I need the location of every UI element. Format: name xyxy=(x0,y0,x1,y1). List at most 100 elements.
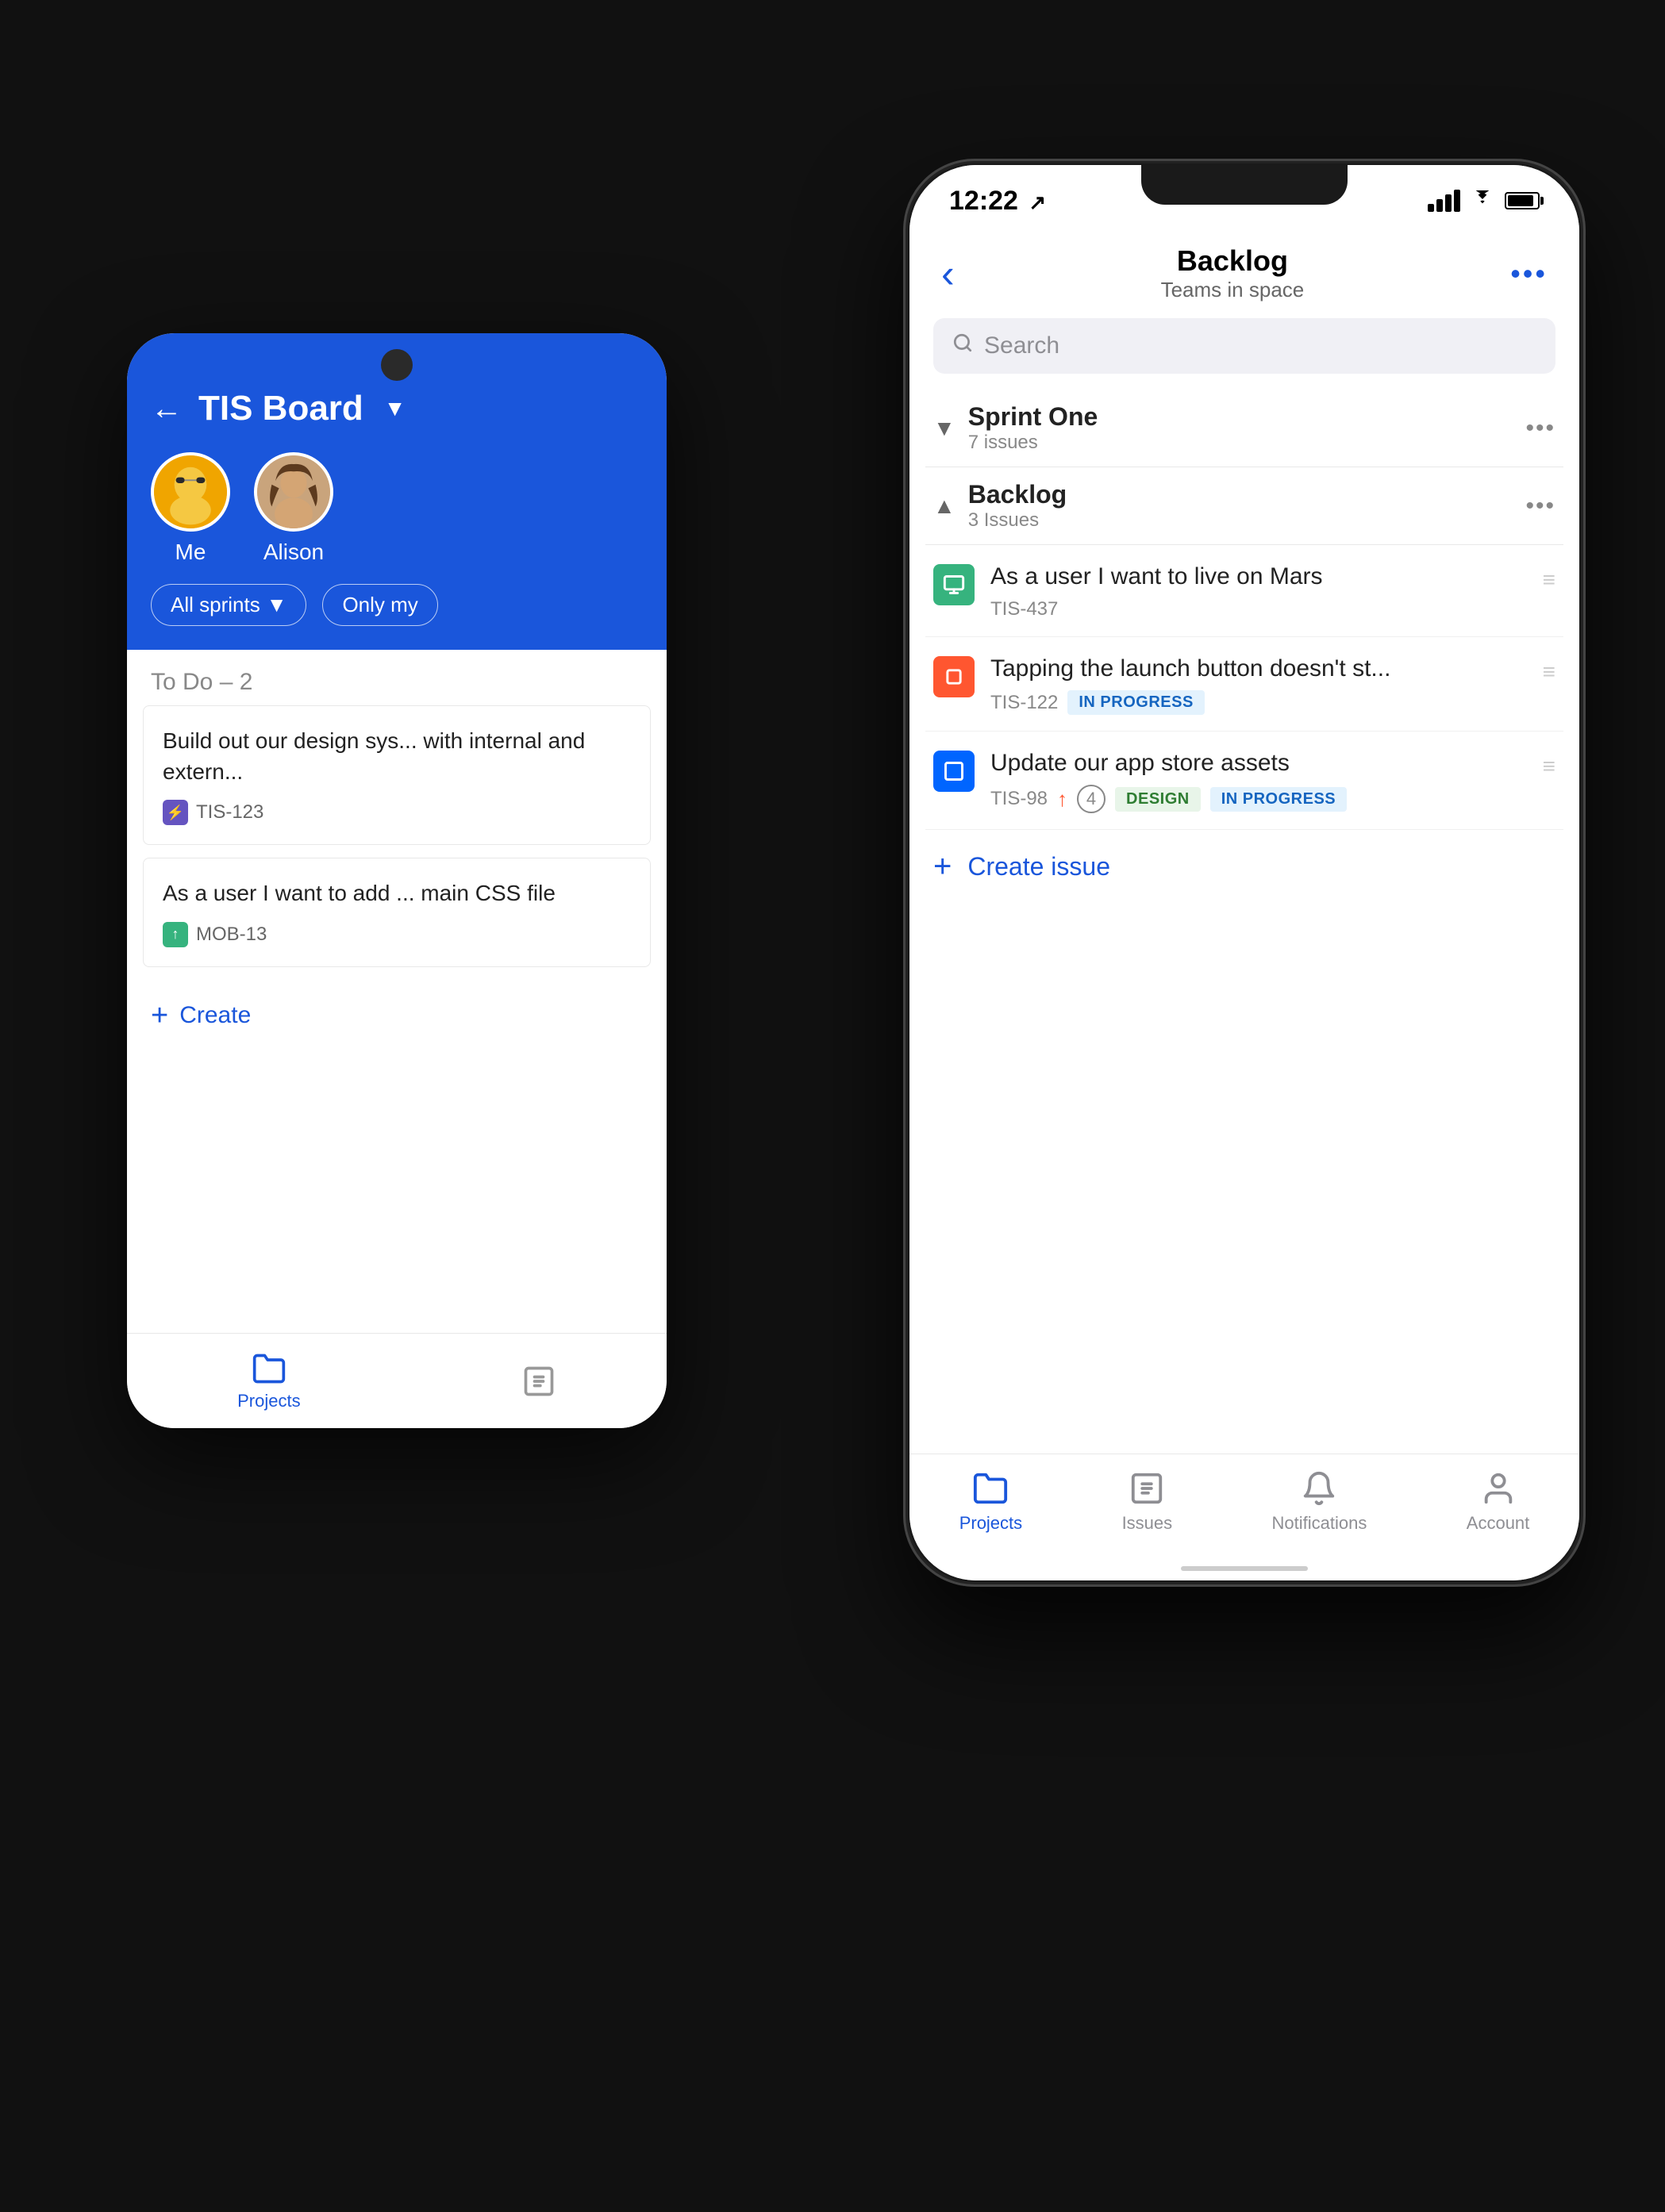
android-header: ← TIS Board ▼ xyxy=(127,373,667,650)
android-avatars: Me Alison xyxy=(151,452,643,565)
only-my-filter[interactable]: Only my xyxy=(322,584,437,626)
create-issue-button[interactable]: + Create issue xyxy=(925,830,1563,904)
backlog-chevron: ▲ xyxy=(933,493,956,519)
issue-tis98-content: Update our app store assets TIS-98 ↑ 4 D… xyxy=(990,747,1527,813)
bug-icon xyxy=(933,656,975,697)
issues-nav-icon xyxy=(1129,1470,1165,1507)
android-board-title: TIS Board xyxy=(198,389,363,428)
android-camera xyxy=(381,349,413,381)
android-nav-issues[interactable] xyxy=(521,1364,556,1399)
create-plus-icon: + xyxy=(933,849,952,885)
projects-nav-icon xyxy=(972,1470,1009,1507)
design-badge: DESIGN xyxy=(1115,787,1201,812)
card-text-2: As a user I want to add ... main CSS fil… xyxy=(163,878,631,908)
ios-nav-projects[interactable]: Projects xyxy=(959,1470,1022,1534)
android-bottom-nav: Projects xyxy=(127,1333,667,1428)
issue-tis437-content: As a user I want to live on Mars TIS-437 xyxy=(990,561,1527,620)
ios-search-bar[interactable]: Search xyxy=(933,318,1555,374)
drag-handle-3[interactable]: ≡ xyxy=(1543,754,1555,779)
card-text-1: Build out our design sys... with interna… xyxy=(163,725,631,787)
sprint-one-count: 7 issues xyxy=(968,432,1098,454)
projects-icon xyxy=(252,1351,286,1386)
issue-tis98-id: TIS-98 xyxy=(990,788,1048,810)
backlog-section[interactable]: ▲ Backlog 3 Issues ••• xyxy=(925,467,1563,545)
drag-handle-2[interactable]: ≡ xyxy=(1543,659,1555,685)
issue-tis437-title: As a user I want to live on Mars xyxy=(990,561,1527,592)
backlog-title: Backlog xyxy=(968,480,1067,509)
board-card-mob13[interactable]: As a user I want to add ... main CSS fil… xyxy=(143,858,651,966)
location-icon: ↗ xyxy=(1029,190,1046,214)
ios-status-icons xyxy=(1428,188,1540,213)
ios-page-subtitle: Teams in space xyxy=(1161,278,1305,302)
ios-more-button[interactable]: ••• xyxy=(1510,257,1548,290)
sprint-one-more[interactable]: ••• xyxy=(1525,415,1555,442)
card-icon-green: ↑ xyxy=(163,922,188,947)
battery-icon xyxy=(1505,192,1540,209)
android-create-button[interactable]: + Create xyxy=(127,980,667,1052)
sprint-one-section[interactable]: ▼ Sprint One 7 issues ••• xyxy=(925,390,1563,467)
ios-time: 12:22 ↗ xyxy=(949,186,1046,217)
avatar-me[interactable]: Me xyxy=(151,452,230,565)
issue-tis122-meta: TIS-122 IN PROGRESS xyxy=(990,690,1527,715)
issue-tis98-title: Update our app store assets xyxy=(990,747,1527,778)
issue-tis437-meta: TIS-437 xyxy=(990,598,1527,620)
ios-nav-notifications[interactable]: Notifications xyxy=(1272,1470,1367,1534)
card-id-2: ↑ MOB-13 xyxy=(163,922,631,947)
card-id-1: ⚡ TIS-123 xyxy=(163,800,631,825)
issue-tis122-id: TIS-122 xyxy=(990,692,1058,714)
column-title: To Do – 2 xyxy=(127,650,667,705)
ios-status-bar: 12:22 ↗ xyxy=(909,165,1579,236)
android-status-bar xyxy=(127,333,667,373)
avatar-me-label: Me xyxy=(175,540,206,565)
priority-high-icon: ↑ xyxy=(1057,787,1067,812)
ios-backlog-list: ▼ Sprint One 7 issues ••• ▲ Backlog 3 Is… xyxy=(909,390,1579,904)
android-filters: All sprints ▼ Only my xyxy=(151,584,643,626)
nav-account-label: Account xyxy=(1467,1513,1530,1534)
back-arrow-icon[interactable]: ← xyxy=(151,391,183,427)
ios-back-button[interactable]: ‹ xyxy=(941,251,955,297)
issue-row-tis98[interactable]: Update our app store assets TIS-98 ↑ 4 D… xyxy=(925,732,1563,830)
ios-nav-header: ‹ Backlog Teams in space ••• xyxy=(909,236,1579,318)
ios-notch xyxy=(1141,165,1348,205)
sprint-one-title: Sprint One xyxy=(968,402,1098,432)
search-icon xyxy=(952,332,973,359)
issue-row-tis437[interactable]: As a user I want to live on Mars TIS-437… xyxy=(925,545,1563,637)
signal-bars-icon xyxy=(1428,190,1460,212)
story-points: 4 xyxy=(1077,785,1106,813)
android-nav-projects[interactable]: Projects xyxy=(237,1351,300,1411)
issue-tis122-title: Tapping the launch button doesn't st... xyxy=(990,653,1527,684)
account-nav-icon xyxy=(1480,1470,1517,1507)
ios-nav-issues[interactable]: Issues xyxy=(1122,1470,1173,1534)
story-icon xyxy=(933,564,975,605)
nav-issues-label: Issues xyxy=(1122,1513,1173,1534)
drag-handle-1[interactable]: ≡ xyxy=(1543,567,1555,593)
issue-tis437-id: TIS-437 xyxy=(990,598,1058,620)
notifications-nav-icon xyxy=(1301,1470,1337,1507)
ios-header-center: Backlog Teams in space xyxy=(1161,244,1305,302)
search-placeholder: Search xyxy=(984,332,1059,359)
backlog-count: 3 Issues xyxy=(968,509,1067,532)
board-card-tis123[interactable]: Build out our design sys... with interna… xyxy=(143,705,651,845)
nav-notifications-label: Notifications xyxy=(1272,1513,1367,1534)
ios-home-indicator xyxy=(1181,1566,1308,1571)
in-progress-badge-2: IN PROGRESS xyxy=(1210,787,1347,812)
create-issue-label: Create issue xyxy=(967,852,1110,881)
issue-tis122-content: Tapping the launch button doesn't st... … xyxy=(990,653,1527,715)
issue-tis98-meta: TIS-98 ↑ 4 DESIGN IN PROGRESS xyxy=(990,785,1527,813)
card-icon-purple: ⚡ xyxy=(163,800,188,825)
dropdown-arrow-icon[interactable]: ▼ xyxy=(384,396,406,421)
avatar-alison[interactable]: Alison xyxy=(254,452,333,565)
android-phone: ← TIS Board ▼ xyxy=(127,333,667,1428)
sprint-one-chevron: ▼ xyxy=(933,416,956,441)
all-sprints-filter[interactable]: All sprints ▼ xyxy=(151,584,306,626)
avatar-alison-label: Alison xyxy=(263,540,324,565)
in-progress-badge-1: IN PROGRESS xyxy=(1067,690,1204,715)
ios-phone: 12:22 ↗ ‹ Back xyxy=(903,159,1586,1587)
android-content: To Do – 2 Build out our design sys... wi… xyxy=(127,650,667,1052)
wifi-icon xyxy=(1470,188,1495,213)
backlog-more[interactable]: ••• xyxy=(1525,493,1555,520)
task-icon xyxy=(933,751,975,792)
ios-nav-account[interactable]: Account xyxy=(1467,1470,1530,1534)
issue-row-tis122[interactable]: Tapping the launch button doesn't st... … xyxy=(925,637,1563,732)
issues-icon xyxy=(521,1364,556,1399)
